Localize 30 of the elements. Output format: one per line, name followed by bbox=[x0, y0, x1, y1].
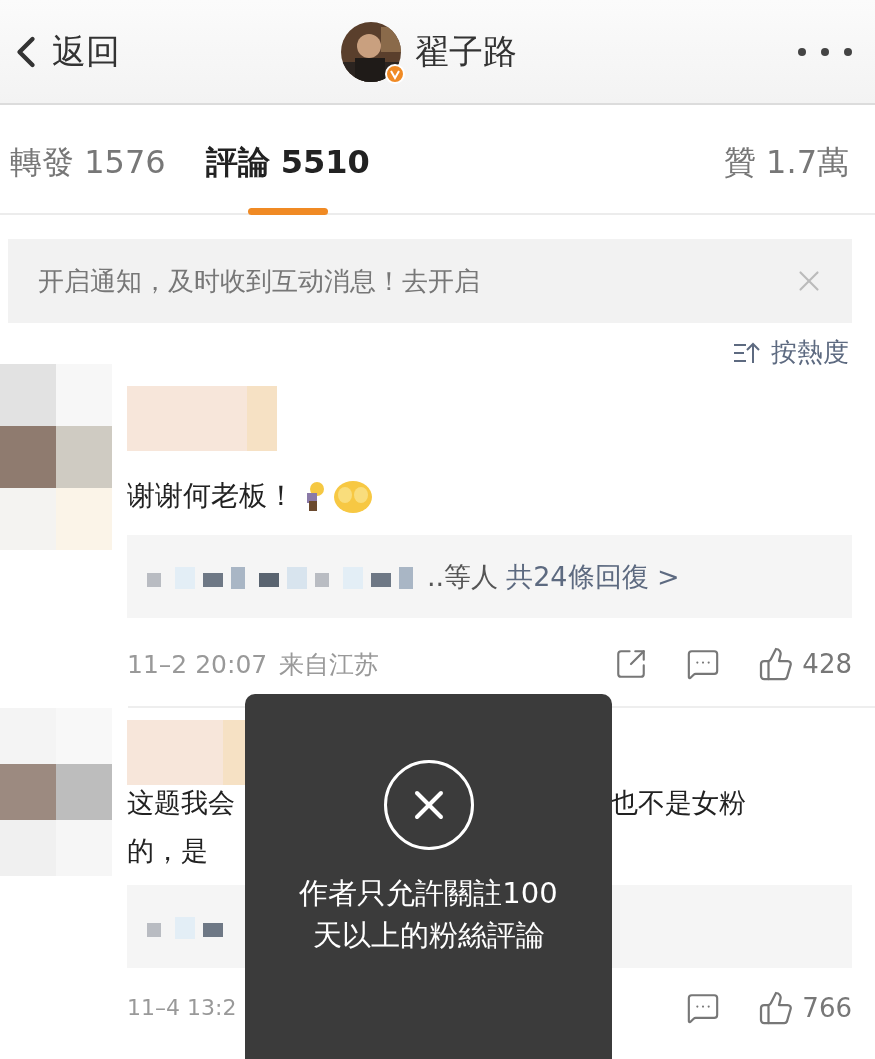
tab[interactable]: 贊 1.7萬 bbox=[723, 141, 849, 185]
sort-button[interactable]: 按熱度 bbox=[733, 335, 849, 370]
comment-icon[interactable] bbox=[686, 991, 721, 1025]
comment-text: 这题我会 bbox=[127, 786, 236, 820]
comment-time: 11–2 20:07 bbox=[127, 649, 268, 679]
more-icon[interactable] bbox=[797, 46, 853, 57]
comment-text: 也不是女粉 bbox=[611, 786, 747, 820]
back-button[interactable]: 返回 bbox=[0, 25, 120, 78]
comment-text: 谢谢何老板！ bbox=[127, 478, 295, 514]
sort-icon bbox=[733, 340, 761, 365]
replies-box[interactable]: ..等人 共24條回復 > bbox=[127, 535, 852, 618]
emoji-icon bbox=[333, 478, 373, 514]
tab[interactable]: 轉發 1576 bbox=[10, 141, 166, 185]
replies-link[interactable]: 共24條回復 > bbox=[506, 558, 680, 595]
comment-location: 来自江苏 bbox=[279, 648, 380, 681]
comment-icon[interactable] bbox=[686, 647, 721, 681]
replies-text: ..等人 bbox=[427, 559, 499, 594]
toast-message: 作者只允許關註100 bbox=[299, 875, 558, 912]
like-button[interactable]: 766 bbox=[758, 990, 852, 1026]
thumbs-up-icon bbox=[758, 990, 795, 1026]
close-icon[interactable] bbox=[383, 760, 474, 850]
tab[interactable]: 評論 5510 bbox=[205, 141, 370, 185]
verified-badge-icon bbox=[384, 63, 405, 84]
comment-time: 11–4 13:2 bbox=[127, 994, 238, 1022]
thumbs-up-icon bbox=[758, 646, 795, 682]
comment-text: 的，是 bbox=[127, 834, 209, 868]
toast-message: 天以上的粉絲評論 bbox=[312, 917, 545, 954]
notice-text: 开启通知，及时收到互动消息！去开启 bbox=[38, 264, 480, 298]
profile-name: 翟子路 bbox=[414, 29, 517, 73]
like-button[interactable]: 428 bbox=[758, 646, 852, 682]
